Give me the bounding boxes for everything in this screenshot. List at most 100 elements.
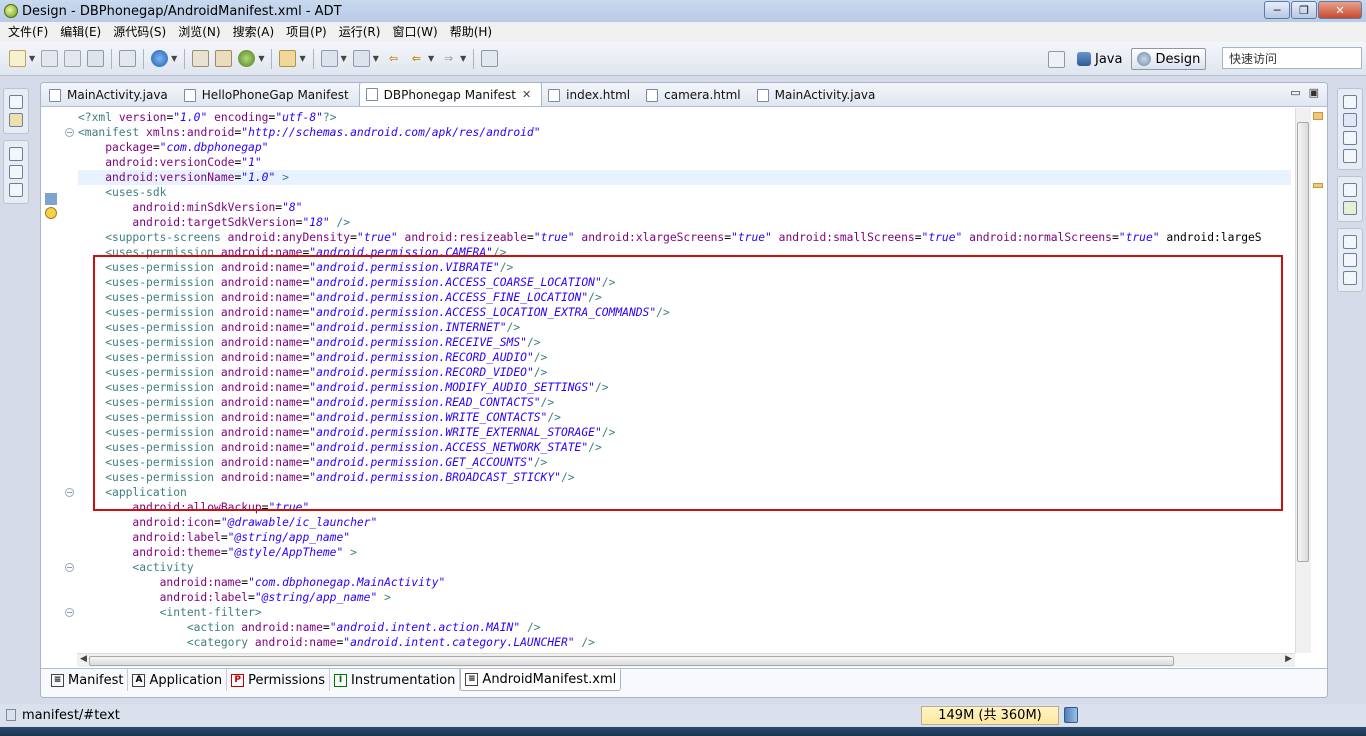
- palette-icon[interactable]: [1343, 201, 1357, 215]
- forward-dropdown-icon[interactable]: ▼: [460, 54, 466, 63]
- tab-instrumentation[interactable]: I Instrumentation: [330, 669, 461, 691]
- restore-icon[interactable]: [1343, 95, 1357, 109]
- tab-close-icon[interactable]: ✕: [522, 88, 531, 101]
- lint-icon[interactable]: [192, 50, 210, 67]
- horizontal-scroll-thumb[interactable]: [89, 656, 1174, 666]
- code-line[interactable]: <?xml version="1.0" encoding="utf-8"?>: [78, 110, 337, 125]
- last-edit-icon[interactable]: ⇦: [385, 50, 402, 67]
- fold-toggle-icon[interactable]: −: [65, 488, 74, 497]
- code-line[interactable]: android:name="com.dbphonegap.MainActivit…: [78, 575, 446, 590]
- restore-icon[interactable]: [9, 95, 23, 109]
- tab-permissions[interactable]: P Permissions: [227, 669, 331, 691]
- code-line[interactable]: <supports-screens android:anyDensity="tr…: [78, 230, 1261, 245]
- code-line[interactable]: <uses-sdk: [78, 185, 166, 200]
- code-line[interactable]: android:label="@string/app_name": [78, 530, 350, 545]
- code-line[interactable]: package="com.dbphonegap": [78, 140, 268, 155]
- restore-icon[interactable]: [1343, 183, 1357, 197]
- menu-file[interactable]: 文件(F): [2, 22, 54, 42]
- pin-editor-icon[interactable]: [481, 50, 499, 67]
- code-line[interactable]: android:theme="@style/AppTheme" >: [78, 545, 356, 560]
- hierarchy-icon[interactable]: [1343, 271, 1357, 285]
- new-dropdown-icon[interactable]: ▼: [29, 54, 35, 63]
- code-line[interactable]: <manifest xmlns:android="http://schemas.…: [78, 125, 541, 140]
- back-icon[interactable]: ⇐: [408, 50, 425, 67]
- menu-help[interactable]: 帮助(H): [444, 22, 498, 42]
- debug-dropdown-icon[interactable]: ▼: [258, 54, 264, 63]
- logcat-icon[interactable]: [1343, 149, 1357, 163]
- minimize-button[interactable]: ─: [1264, 1, 1290, 19]
- menu-window[interactable]: 窗口(W): [386, 22, 443, 42]
- back-dropdown-icon[interactable]: ▼: [428, 54, 434, 63]
- menu-search[interactable]: 搜索(A): [227, 22, 281, 42]
- tab-manifest[interactable]: ≡ Manifest: [47, 669, 129, 691]
- close-button[interactable]: ✕: [1318, 1, 1362, 19]
- editor-maximize-icon[interactable]: ▣: [1309, 86, 1319, 99]
- devices-icon[interactable]: [1343, 131, 1357, 145]
- android-sdk-manager-icon[interactable]: [119, 50, 137, 67]
- warning-marker-icon[interactable]: [45, 207, 57, 219]
- external-tools-dropdown-icon[interactable]: ▼: [299, 54, 305, 63]
- save-icon[interactable]: [41, 50, 59, 67]
- tab-dbphonegap-manifest[interactable]: DBPhonegap Manifest ✕: [358, 83, 543, 106]
- code-line[interactable]: <intent-filter>: [78, 605, 262, 620]
- clipboard-icon[interactable]: [215, 50, 233, 67]
- prev-annotation-dropdown-icon[interactable]: ▼: [373, 54, 379, 63]
- fold-toggle-icon[interactable]: −: [65, 128, 74, 137]
- problems-icon[interactable]: [1343, 253, 1357, 267]
- scroll-thumb[interactable]: [1297, 122, 1309, 562]
- garbage-collect-icon[interactable]: [1064, 707, 1078, 723]
- tab-index-html[interactable]: index.html: [542, 84, 640, 106]
- code-line[interactable]: <category android:name="android.intent.c…: [78, 635, 595, 650]
- tab-hellophonegap-manifest[interactable]: HelloPhoneGap Manifest: [178, 84, 359, 106]
- properties-icon[interactable]: [9, 183, 23, 197]
- overview-marker[interactable]: [1313, 112, 1323, 120]
- help-icon[interactable]: [151, 50, 169, 67]
- menu-navigate[interactable]: 浏览(N): [172, 22, 226, 42]
- code-line[interactable]: <activity: [78, 560, 193, 575]
- code-line[interactable]: <action android:name="android.intent.act…: [78, 620, 541, 635]
- heap-status[interactable]: 149M (共 360M): [921, 706, 1059, 725]
- external-tools-icon[interactable]: [279, 50, 297, 67]
- outline-icon[interactable]: [9, 165, 23, 179]
- tab-camera-html[interactable]: camera.html: [640, 84, 750, 106]
- package-explorer-icon[interactable]: [9, 113, 23, 127]
- menu-source[interactable]: 源代码(S): [107, 22, 172, 42]
- restore-icon[interactable]: [9, 147, 23, 161]
- fold-toggle-icon[interactable]: −: [65, 563, 74, 572]
- source-code-area[interactable]: − − − − <?xml version="1.0" encoding="utf-8…: [41, 108, 1295, 653]
- horizontal-scrollbar[interactable]: ◀ ▶: [77, 653, 1295, 667]
- menu-run[interactable]: 运行(R): [333, 22, 387, 42]
- help-dropdown-icon[interactable]: ▼: [171, 54, 177, 63]
- scroll-right-icon[interactable]: ▶: [1285, 654, 1292, 664]
- debug-icon[interactable]: [238, 50, 256, 67]
- vertical-scrollbar[interactable]: [1295, 108, 1327, 653]
- menu-edit[interactable]: 编辑(E): [54, 22, 107, 42]
- code-line[interactable]: android:versionCode="1": [78, 155, 261, 170]
- tab-application[interactable]: A Application: [128, 669, 228, 691]
- open-perspective-icon[interactable]: [1048, 50, 1065, 68]
- overview-marker[interactable]: [1313, 183, 1323, 188]
- code-line[interactable]: android:icon="@drawable/ic_launcher": [78, 515, 377, 530]
- code-line[interactable]: android:targetSdkVersion="18" />: [78, 215, 350, 230]
- code-line[interactable]: android:label="@string/app_name" >: [78, 590, 391, 605]
- prev-annotation-icon[interactable]: [352, 50, 370, 67]
- tab-mainactivity-java[interactable]: MainActivity.java: [43, 84, 178, 106]
- bookmark-marker[interactable]: [45, 193, 57, 205]
- print-icon[interactable]: [87, 50, 105, 67]
- console-icon[interactable]: [1343, 113, 1357, 127]
- new-file-icon[interactable]: [9, 50, 26, 67]
- forward-icon[interactable]: ⇒: [440, 50, 457, 67]
- scroll-left-icon[interactable]: ◀: [80, 654, 87, 664]
- restore-icon[interactable]: [1343, 235, 1357, 249]
- maximize-button[interactable]: ❐: [1291, 1, 1317, 19]
- fold-toggle-icon[interactable]: −: [65, 608, 74, 617]
- editor-minimize-icon[interactable]: ▭: [1290, 86, 1300, 99]
- code-line[interactable]: android:versionName="1.0" >: [78, 170, 1291, 185]
- quick-access-input[interactable]: 快速访问: [1222, 47, 1362, 69]
- tab-androidmanifest-xml[interactable]: ≡ AndroidManifest.xml: [460, 669, 622, 691]
- code-line[interactable]: android:minSdkVersion="8": [78, 200, 302, 215]
- java-perspective-button[interactable]: Java: [1072, 48, 1127, 70]
- tab-mainactivity-java-2[interactable]: MainActivity.java: [751, 84, 886, 106]
- save-all-icon[interactable]: [64, 50, 82, 67]
- next-annotation-dropdown-icon[interactable]: ▼: [341, 54, 347, 63]
